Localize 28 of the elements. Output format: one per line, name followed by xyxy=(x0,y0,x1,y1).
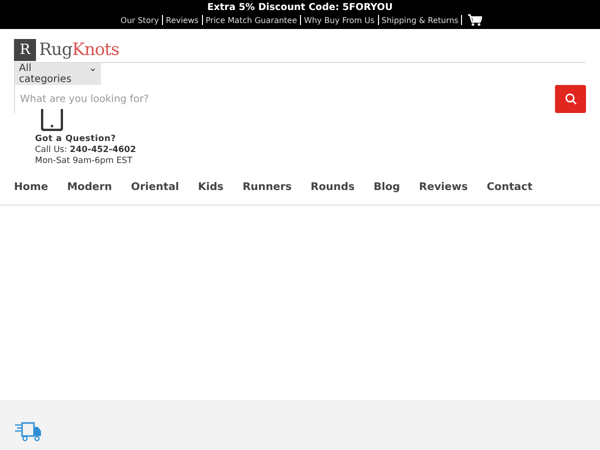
logo-mark: R xyxy=(14,39,36,61)
top-link[interactable]: Reviews xyxy=(162,14,202,26)
nav-link[interactable]: Reviews xyxy=(418,181,468,193)
nav-link[interactable]: Modern xyxy=(67,181,112,193)
promo-headline: Extra 5% Discount Code: 5FORYOU xyxy=(207,2,393,14)
top-link[interactable]: Shipping & Returns xyxy=(378,14,462,26)
nav-link[interactable]: Runners xyxy=(242,181,292,193)
logo[interactable]: R RugKnots xyxy=(14,39,586,61)
truck-icon xyxy=(14,422,42,442)
contact-phone: Call Us: 240-452-4602 xyxy=(35,145,137,156)
nav-link[interactable]: Contact xyxy=(486,181,532,193)
nav-link[interactable]: Home xyxy=(14,181,48,193)
nav-link[interactable]: Blog xyxy=(374,181,400,193)
top-link[interactable]: Price Match Guarantee xyxy=(202,14,300,26)
top-link[interactable]: Why Buy From Us xyxy=(301,14,378,26)
category-select[interactable]: All categories ⌄ xyxy=(15,63,101,85)
contact-heading: Got a Question? xyxy=(35,134,117,145)
top-link[interactable]: Our Story xyxy=(118,14,162,26)
search-icon xyxy=(564,93,576,105)
search-button[interactable] xyxy=(555,85,586,113)
contact-hours: Mon-Sat 9am-6pm EST xyxy=(35,156,134,167)
nav-link[interactable]: Oriental xyxy=(131,181,180,193)
nav-link[interactable]: Rounds xyxy=(310,181,355,193)
nav-link[interactable]: Kids xyxy=(198,181,224,193)
search-field[interactable]: What are you looking for? xyxy=(15,94,425,104)
phone-icon xyxy=(41,109,63,131)
logo-text: RugKnots xyxy=(39,40,120,60)
cart-icon[interactable] xyxy=(468,14,482,26)
